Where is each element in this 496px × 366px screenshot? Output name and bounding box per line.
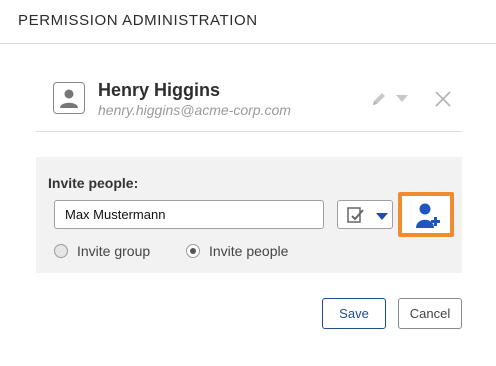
dialog-title: PERMISSION ADMINISTRATION: [18, 12, 258, 29]
invite-group-radio[interactable]: [54, 244, 68, 258]
invite-label: Invite people:: [48, 175, 139, 191]
close-icon[interactable]: [434, 90, 452, 108]
user-email: henry.higgins@acme-corp.com: [98, 102, 291, 118]
invite-people-option[interactable]: Invite people: [186, 242, 288, 260]
add-user-button[interactable]: [398, 192, 454, 237]
permission-select[interactable]: [337, 200, 393, 229]
name-input[interactable]: [54, 200, 324, 229]
add-user-icon: [416, 203, 440, 228]
dialog-header: PERMISSION ADMINISTRATION: [0, 0, 496, 44]
invite-group-label: Invite group: [77, 243, 151, 259]
pencil-icon[interactable]: [370, 90, 388, 108]
checklist-icon: [347, 207, 364, 223]
user-card: Henry Higgins henry.higgins@acme-corp.co…: [36, 68, 462, 132]
save-button[interactable]: Save: [322, 298, 386, 329]
invite-people-label: Invite people: [209, 243, 289, 259]
invite-group-option[interactable]: Invite group: [54, 242, 150, 260]
user-avatar-icon: [53, 82, 85, 114]
invite-panel: Invite people: Invite group Invite peopl…: [36, 157, 462, 273]
cancel-button[interactable]: Cancel: [398, 298, 462, 329]
user-name: Henry Higgins: [98, 80, 221, 100]
invite-people-radio[interactable]: [186, 244, 200, 258]
chevron-down-icon: [376, 213, 388, 220]
chevron-down-icon[interactable]: [396, 95, 408, 103]
